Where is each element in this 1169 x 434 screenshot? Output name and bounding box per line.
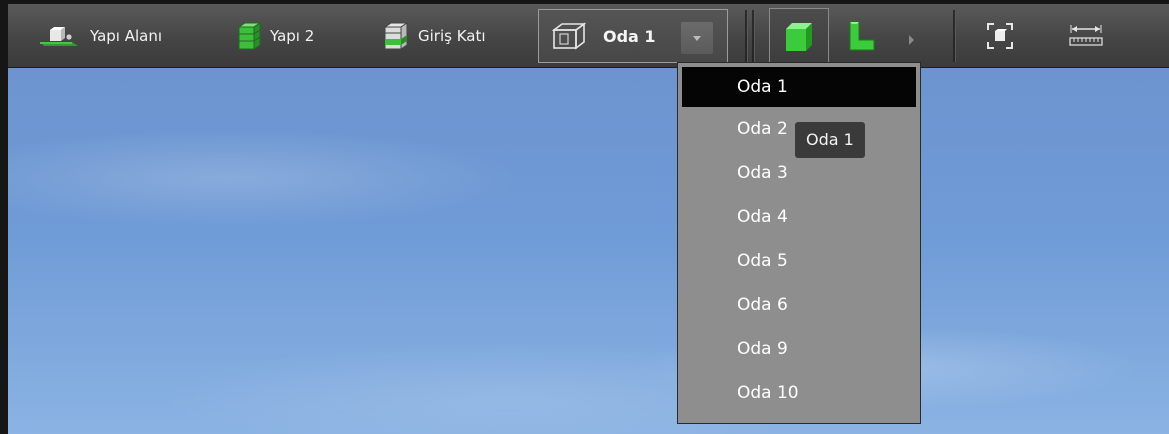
wall-tool-button[interactable] xyxy=(842,4,882,68)
solid-view-icon xyxy=(784,21,814,53)
floor-icon xyxy=(382,21,410,51)
fit-view-button[interactable] xyxy=(982,4,1018,68)
room-dropdown-list: Oda 1 Oda 2 Oda 3 Oda 4 Oda 5 Oda 6 Oda … xyxy=(677,62,921,424)
toolbar-item-floor[interactable]: Giriş Katı xyxy=(382,4,486,68)
wall-tool-more-button[interactable] xyxy=(902,4,922,68)
toolbar-separator xyxy=(752,10,755,62)
wall-l-shape-icon xyxy=(847,20,877,52)
main-toolbar: Yapı Alanı Yapı 2 Giriş Katı Oda 1 xyxy=(8,4,1169,68)
toolbar-item-label: Yapı Alanı xyxy=(90,27,163,45)
room-icon xyxy=(551,22,587,50)
toolbar-separator xyxy=(953,10,956,62)
room-selector[interactable]: Oda 1 xyxy=(538,9,728,63)
room-option[interactable]: Oda 1 xyxy=(682,67,916,107)
room-selector-dropdown-button[interactable] xyxy=(681,22,713,54)
measure-button[interactable] xyxy=(1066,4,1106,68)
toolbar-item-label: Giriş Katı xyxy=(418,27,486,45)
room-option[interactable]: Oda 9 xyxy=(682,327,916,371)
solid-view-button[interactable] xyxy=(769,8,829,64)
tooltip: Oda 1 xyxy=(795,122,865,158)
building-icon xyxy=(236,21,262,51)
room-selector-value: Oda 1 xyxy=(603,27,656,46)
room-option[interactable]: Oda 4 xyxy=(682,195,916,239)
more-arrow-icon xyxy=(908,31,916,45)
toolbar-item-building[interactable]: Yapı 2 xyxy=(236,4,314,68)
room-option[interactable]: Oda 10 xyxy=(682,371,916,415)
toolbar-item-label: Yapı 2 xyxy=(270,27,315,45)
toolbar-separator xyxy=(745,10,748,62)
fit-view-icon xyxy=(986,22,1014,50)
toolbar-item-site[interactable]: Yapı Alanı xyxy=(38,4,162,68)
room-option[interactable]: Oda 5 xyxy=(682,239,916,283)
room-option[interactable]: Oda 6 xyxy=(682,283,916,327)
site-box-icon xyxy=(38,25,82,47)
measure-ruler-icon xyxy=(1068,23,1104,49)
3d-viewport[interactable] xyxy=(8,68,1169,434)
